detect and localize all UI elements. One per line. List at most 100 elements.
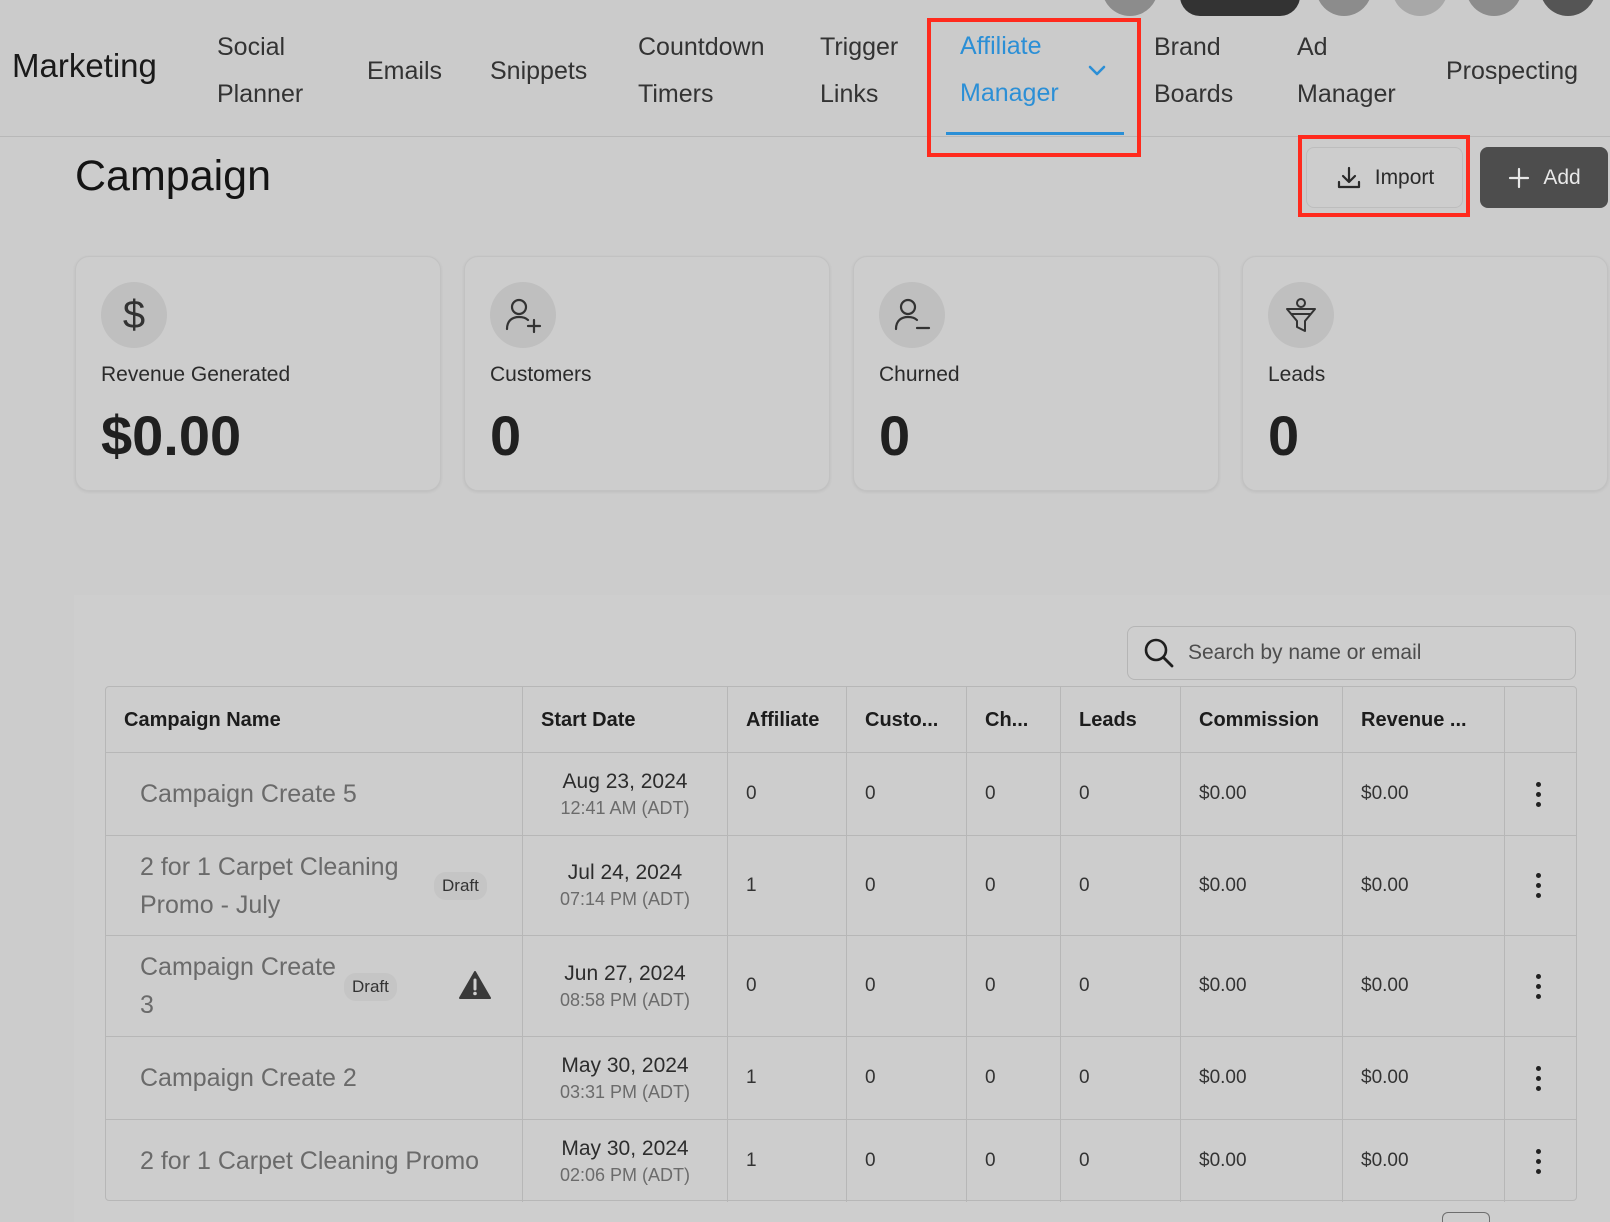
stat-value: 0 xyxy=(1268,404,1300,467)
nav-item-ad-manager[interactable]: Ad Manager xyxy=(1297,24,1396,118)
customers-count: 0 xyxy=(847,936,967,1036)
add-button[interactable]: Add xyxy=(1480,147,1608,208)
highlight-import xyxy=(1298,135,1470,217)
revenue-value: $0.00 xyxy=(1343,836,1505,935)
dollar-icon: $ xyxy=(101,282,167,348)
affiliate-count: 0 xyxy=(728,936,847,1036)
start-time: 12:41 AM (ADT) xyxy=(560,797,690,818)
warning-icon[interactable] xyxy=(459,970,491,1000)
commission-value: $0.00 xyxy=(1181,836,1343,935)
avatar[interactable] xyxy=(1540,0,1596,16)
column-header-actions xyxy=(1505,687,1577,753)
churned-count: 0 xyxy=(967,836,1061,935)
customers-count: 0 xyxy=(847,836,967,935)
leads-count: 0 xyxy=(1061,936,1181,1036)
revenue-value: $0.00 xyxy=(1343,1120,1505,1202)
stat-value: $0.00 xyxy=(101,404,242,467)
customers-count: 0 xyxy=(847,1120,967,1202)
start-date-cell: May 30, 2024 02:06 PM (ADT) xyxy=(523,1120,728,1202)
nav-item-snippets[interactable]: Snippets xyxy=(490,48,587,95)
more-vertical-icon[interactable] xyxy=(1536,973,1541,999)
start-time: 08:58 PM (ADT) xyxy=(559,989,691,1010)
affiliate-count: 1 xyxy=(728,1037,847,1119)
nav-item-social-planner[interactable]: Social Planner xyxy=(217,24,303,118)
nav-item-brand-boards[interactable]: Brand Boards xyxy=(1154,24,1233,118)
highlight-affiliate-manager xyxy=(927,18,1141,157)
commission-value: $0.00 xyxy=(1181,1037,1343,1119)
start-date: Jul 24, 2024 xyxy=(567,861,683,884)
column-header-customers[interactable]: Custo... xyxy=(847,687,967,753)
churned-count: 0 xyxy=(967,753,1061,835)
revenue-value: $0.00 xyxy=(1343,753,1505,835)
more-vertical-icon[interactable] xyxy=(1536,781,1541,807)
funnel-icon xyxy=(1268,282,1334,348)
campaign-table: Campaign Name Start Date Affiliate Custo… xyxy=(105,686,1577,1202)
more-vertical-icon[interactable] xyxy=(1536,1148,1541,1174)
search-input[interactable] xyxy=(1188,641,1558,665)
campaign-name[interactable]: Campaign Create 5 xyxy=(106,753,523,835)
user-plus-icon xyxy=(490,282,556,348)
stat-card-customers: Customers 0 xyxy=(464,256,830,491)
start-date: May 30, 2024 xyxy=(561,1053,689,1077)
nav-item-emails[interactable]: Emails xyxy=(367,48,442,95)
more-vertical-icon[interactable] xyxy=(1536,873,1541,898)
column-header-leads[interactable]: Leads xyxy=(1061,687,1181,753)
avatar[interactable] xyxy=(1392,0,1448,16)
column-header-churned[interactable]: Ch... xyxy=(967,687,1061,753)
nav-item-prospecting[interactable]: Prospecting xyxy=(1446,48,1578,95)
campaign-name[interactable]: Campaign Create 2 xyxy=(106,1037,523,1119)
row-actions[interactable] xyxy=(1505,1037,1577,1119)
header-pill[interactable] xyxy=(1180,0,1300,16)
top-nav: Marketing Social Planner Emails Snippets… xyxy=(0,0,1610,137)
row-actions[interactable] xyxy=(1505,836,1577,935)
campaign-name[interactable]: 2 for 1 Carpet Cleaning Promo - July xyxy=(106,836,416,935)
search-box[interactable] xyxy=(1127,626,1576,680)
start-date: May 30, 2024 xyxy=(561,1136,689,1160)
commission-value: $0.00 xyxy=(1181,936,1343,1036)
column-header-affiliate[interactable]: Affiliate xyxy=(728,687,847,753)
stat-value: 0 xyxy=(490,404,522,467)
start-date-cell: Jul 24, 2024 07:14 PM (ADT) xyxy=(523,836,728,935)
avatar[interactable] xyxy=(1466,0,1522,16)
stat-card-leads: Leads 0 xyxy=(1242,256,1608,491)
column-header-campaign-name[interactable]: Campaign Name xyxy=(106,687,523,753)
avatar[interactable] xyxy=(1102,0,1158,16)
column-header-revenue[interactable]: Revenue ... xyxy=(1343,687,1505,753)
row-actions[interactable] xyxy=(1505,936,1577,1036)
page-title: Campaign xyxy=(75,152,271,200)
add-label: Add xyxy=(1543,165,1581,189)
commission-value: $0.00 xyxy=(1181,753,1343,835)
start-time: 02:06 PM (ADT) xyxy=(559,1164,691,1185)
start-time: 03:31 PM (ADT) xyxy=(559,1081,691,1102)
column-header-start-date[interactable]: Start Date xyxy=(523,687,728,753)
churned-count: 0 xyxy=(967,1120,1061,1202)
stat-label: Revenue Generated xyxy=(101,363,291,386)
campaign-name[interactable]: 2 for 1 Carpet Cleaning Promo xyxy=(106,1120,523,1202)
nav-item-trigger-links[interactable]: Trigger Links xyxy=(820,24,898,118)
avatar[interactable] xyxy=(1316,0,1372,16)
stat-value: 0 xyxy=(879,404,911,467)
campaign-name[interactable]: Campaign Create 3 xyxy=(106,936,336,1036)
table-row[interactable]: 2 for 1 Carpet Cleaning Promo May 30, 20… xyxy=(106,1120,1576,1202)
column-header-commission[interactable]: Commission xyxy=(1181,687,1343,753)
row-actions[interactable] xyxy=(1505,753,1577,835)
start-date-cell: Aug 23, 2024 12:41 AM (ADT) xyxy=(523,753,728,835)
stat-label: Leads xyxy=(1268,363,1326,386)
table-row[interactable]: Campaign Create 5 Aug 23, 2024 12:41 AM … xyxy=(106,753,1576,836)
customers-count: 0 xyxy=(847,1037,967,1119)
table-row[interactable]: Campaign Create 3 Draft Jun 27, 2024 08:… xyxy=(106,936,1576,1037)
stat-label: Customers xyxy=(490,363,592,386)
more-vertical-icon[interactable] xyxy=(1536,1065,1541,1091)
row-actions[interactable] xyxy=(1505,1120,1577,1202)
affiliate-count: 0 xyxy=(728,753,847,835)
churned-count: 0 xyxy=(967,936,1061,1036)
nav-item-countdown-timers[interactable]: Countdown Timers xyxy=(638,24,764,118)
churned-count: 0 xyxy=(967,1037,1061,1119)
commission-value: $0.00 xyxy=(1181,1120,1343,1202)
table-row[interactable]: 2 for 1 Carpet Cleaning Promo - July Dra… xyxy=(106,836,1576,936)
start-time: 07:14 PM (ADT) xyxy=(559,889,691,909)
table-row[interactable]: Campaign Create 2 May 30, 2024 03:31 PM … xyxy=(106,1037,1576,1120)
pagination-page-button[interactable] xyxy=(1442,1212,1490,1222)
leads-count: 0 xyxy=(1061,753,1181,835)
affiliate-count: 1 xyxy=(728,1120,847,1202)
